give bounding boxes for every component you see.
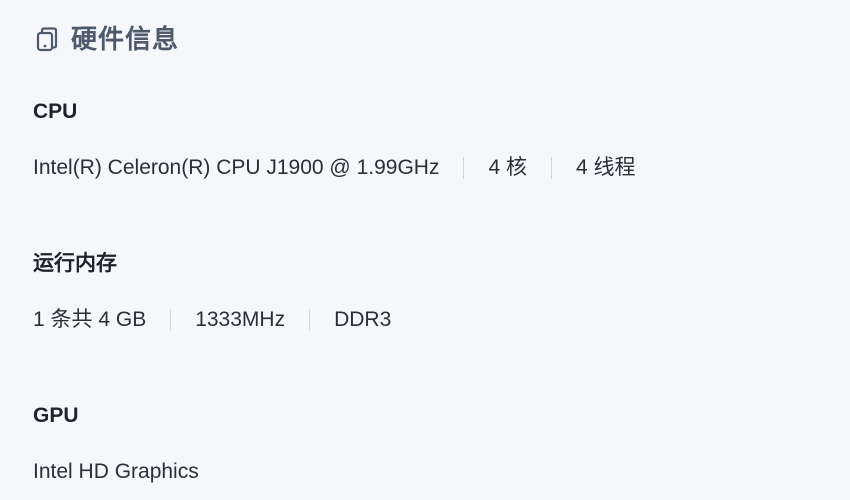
gpu-details: Intel HD Graphics [33,458,199,486]
cpu-section-title: CPU [33,100,78,123]
cpu-cores: 4 核 [488,156,527,179]
memory-details: 1 条共 4 GB 1333MHz DDR3 [33,306,391,334]
hardware-info-panel: 硬件信息 CPU Intel(R) Celeron(R) CPU J1900 @… [0,0,850,500]
cpu-threads: 4 线程 [575,156,636,179]
divider [170,309,172,331]
gpu-model: Intel HD Graphics [33,460,199,483]
cpu-section: CPU Intel(R) Celeron(R) CPU J1900 @ 1.99… [33,99,636,182]
gpu-section-title: GPU [33,404,79,427]
gpu-section: GPU Intel HD Graphics [33,403,199,486]
memory-section-title: 运行内存 [33,252,117,275]
memory-frequency: 1333MHz [195,308,286,331]
memory-section: 运行内存 1 条共 4 GB 1333MHz DDR3 [33,251,391,334]
panel-header: 硬件信息 [33,22,179,56]
cpu-model: Intel(R) Celeron(R) CPU J1900 @ 1.99GHz [33,156,440,179]
cpu-details: Intel(R) Celeron(R) CPU J1900 @ 1.99GHz … [33,154,636,182]
device-icon [33,25,61,53]
memory-capacity: 1 条共 4 GB [33,308,147,331]
divider [463,157,465,179]
divider [309,309,311,331]
page-title: 硬件信息 [71,24,180,54]
divider [550,157,552,179]
memory-type: DDR3 [334,308,392,331]
